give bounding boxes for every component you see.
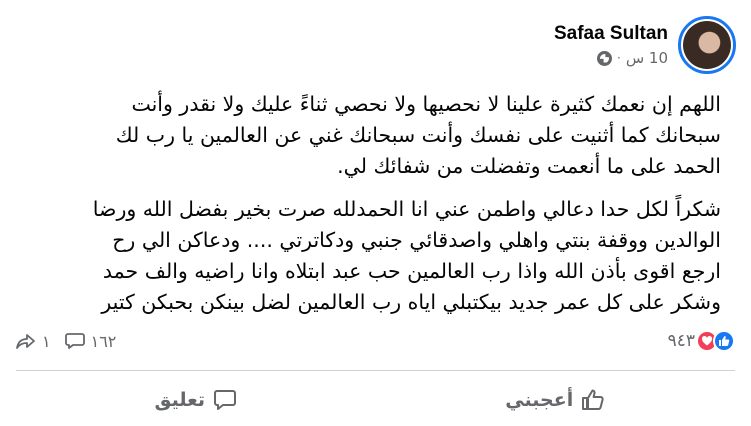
comment-icon <box>64 333 85 349</box>
reactions-summary[interactable]: ٩٤٣ <box>668 330 735 352</box>
shares-count[interactable]: ١ <box>16 332 51 351</box>
post-line: شكراً لكل حدا دعالي واطمن عني انا الحمدل… <box>92 197 721 221</box>
post-line: الحمد على ما أنعمت وتفضلت من شفائك لي. <box>337 154 721 178</box>
reaction-icons <box>696 330 735 352</box>
author-name[interactable]: Safaa Sultan <box>554 23 668 45</box>
post-line: وشكر على كل عمر جديد بيكتبلي اياه رب الع… <box>101 290 721 314</box>
like-reaction-icon <box>713 330 735 352</box>
engagement-counts: ١ ١٦٢ <box>16 332 116 351</box>
like-button[interactable]: أعجبني <box>376 380 736 420</box>
avatar-image <box>683 21 731 69</box>
share-icon <box>16 334 35 349</box>
comment-button-label: تعليق <box>154 389 206 411</box>
globe-icon[interactable] <box>596 50 612 66</box>
post-time[interactable]: 10 س <box>626 49 668 67</box>
avatar[interactable] <box>678 16 736 74</box>
post-text: اللهم إن نعمك كثيرة علينا لا نحصيها ولا … <box>60 89 721 330</box>
thumbs-up-icon <box>582 389 604 410</box>
post-meta: 10 س · <box>596 49 668 67</box>
post-actions: تعليق أعجبني <box>16 380 735 420</box>
post-stats: ١ ١٦٢ ٩٤٣ <box>16 326 735 356</box>
like-button-label: أعجبني <box>505 389 574 411</box>
post-line: سبحانك كما أثنيت على نفسك وأنت سبحانك غن… <box>115 123 721 147</box>
post-line: اللهم إن نعمك كثيرة علينا لا نحصيها ولا … <box>131 92 721 116</box>
comments-count-value: ١٦٢ <box>90 331 117 351</box>
post-paragraph: اللهم إن نعمك كثيرة علينا لا نحصيها ولا … <box>60 89 721 182</box>
author-block: Safaa Sultan 10 س · <box>554 23 668 67</box>
post-paragraph: شكراً لكل حدا دعالي واطمن عني انا الحمدل… <box>60 194 721 318</box>
post-line: الوالدين ووقفة بنتي واهلي واصدقائي جنبي … <box>112 228 721 252</box>
comment-icon <box>214 390 236 410</box>
post-header: Safaa Sultan 10 س · <box>554 16 736 74</box>
divider <box>16 370 735 371</box>
reactions-count: ٩٤٣ <box>667 331 695 351</box>
shares-count-value: ١ <box>42 331 51 351</box>
comments-count[interactable]: ١٦٢ <box>64 331 117 351</box>
meta-separator: · <box>616 51 621 65</box>
comment-button[interactable]: تعليق <box>16 380 376 420</box>
post-line: ارجع اقوى بأذن الله واذا رب العالمين حب … <box>102 259 721 283</box>
